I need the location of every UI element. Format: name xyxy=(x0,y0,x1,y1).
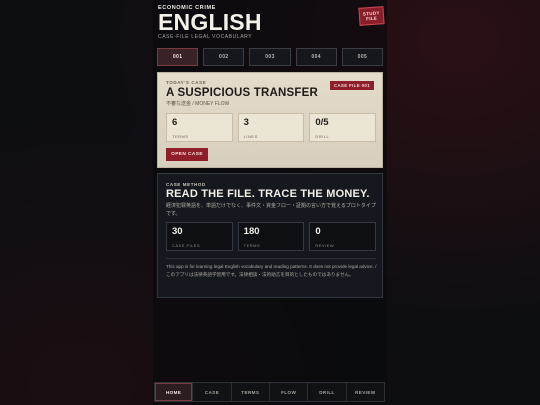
case-tabs: 001 002 003 004 005 xyxy=(157,48,384,66)
case-subtitle: 不審な送金 / MONEY FLOW xyxy=(166,101,230,107)
bottom-nav: HOME CASE TERMS FLOW DRILL REVIEW xyxy=(154,382,385,402)
stat-review-label: REVIEW xyxy=(315,243,335,248)
stat-review-value: 0 xyxy=(315,226,321,237)
tab-001[interactable]: 001 xyxy=(157,48,199,66)
case-method-label: CASE METHOD xyxy=(166,182,206,187)
tab-004[interactable]: 004 xyxy=(295,48,337,66)
nav-terms[interactable]: TERMS xyxy=(232,383,270,401)
tab-005[interactable]: 005 xyxy=(341,48,384,66)
header-subtitle: CASE-FILE LEGAL VOCABULARY xyxy=(158,34,253,40)
stat-total-terms-value: 180 xyxy=(243,226,260,237)
open-case-button[interactable]: OPEN CASE xyxy=(166,148,208,161)
case-method-title: READ THE FILE. TRACE THE MONEY. xyxy=(166,188,370,200)
stat-lines: 3 LINES xyxy=(237,113,305,142)
stat-lines-value: 3 xyxy=(243,117,249,128)
legal-disclaimer: This app is for learning legal English v… xyxy=(166,264,377,277)
app-title: ENGLISH xyxy=(158,9,262,35)
stat-case-files-value: 30 xyxy=(172,226,183,237)
nav-flow[interactable]: FLOW xyxy=(270,383,309,401)
stat-drill: 0/5 DRILL xyxy=(309,113,377,142)
nav-review[interactable]: REVIEW xyxy=(347,383,384,401)
stat-review: 0 REVIEW xyxy=(309,222,377,251)
app-header: ECONOMIC CRIME ENGLISH CASE-FILE LEGAL V… xyxy=(158,5,385,41)
tab-002[interactable]: 002 xyxy=(203,48,245,66)
method-stats: 30 CASE FILES 180 TERMS 0 REVIEW xyxy=(166,222,377,251)
case-file-badge: CASE FILE 001 xyxy=(329,81,374,90)
stat-terms-value: 6 xyxy=(172,117,178,128)
case-method-description: 経済犯罪英語を、単語だけでなく、事件文・資金フロー・証拠の言い方で覚えるプロトタ… xyxy=(166,203,376,217)
stat-terms: 6 TERMS xyxy=(166,113,233,142)
stat-drill-label: DRILL xyxy=(315,134,330,139)
study-file-label-line2: FILE xyxy=(366,15,378,22)
todays-case-card: TODAY'S CASE A SUSPICIOUS TRANSFER 不審な送金… xyxy=(157,72,383,168)
tab-003[interactable]: 003 xyxy=(249,48,291,66)
stat-total-terms: 180 TERMS xyxy=(237,222,305,251)
todays-case-label: TODAY'S CASE xyxy=(166,80,207,85)
case-method-card: CASE METHOD READ THE FILE. TRACE THE MON… xyxy=(157,173,383,298)
stat-case-files-label: CASE FILES xyxy=(172,243,201,248)
case-stats: 6 TERMS 3 LINES 0/5 DRILL xyxy=(166,113,377,142)
case-title: A SUSPICIOUS TRANSFER xyxy=(166,87,319,99)
divider xyxy=(166,258,376,259)
nav-home[interactable]: HOME xyxy=(155,383,194,401)
nav-drill[interactable]: DRILL xyxy=(308,383,347,401)
stat-terms-label: TERMS xyxy=(172,134,189,139)
stat-total-terms-label: TERMS xyxy=(243,243,261,248)
stat-lines-label: LINES xyxy=(243,134,258,139)
stat-drill-value: 0/5 xyxy=(315,117,329,128)
stat-case-files: 30 CASE FILES xyxy=(166,222,233,251)
study-file-button[interactable]: STUDY FILE xyxy=(358,6,385,26)
nav-case[interactable]: CASE xyxy=(193,383,232,401)
